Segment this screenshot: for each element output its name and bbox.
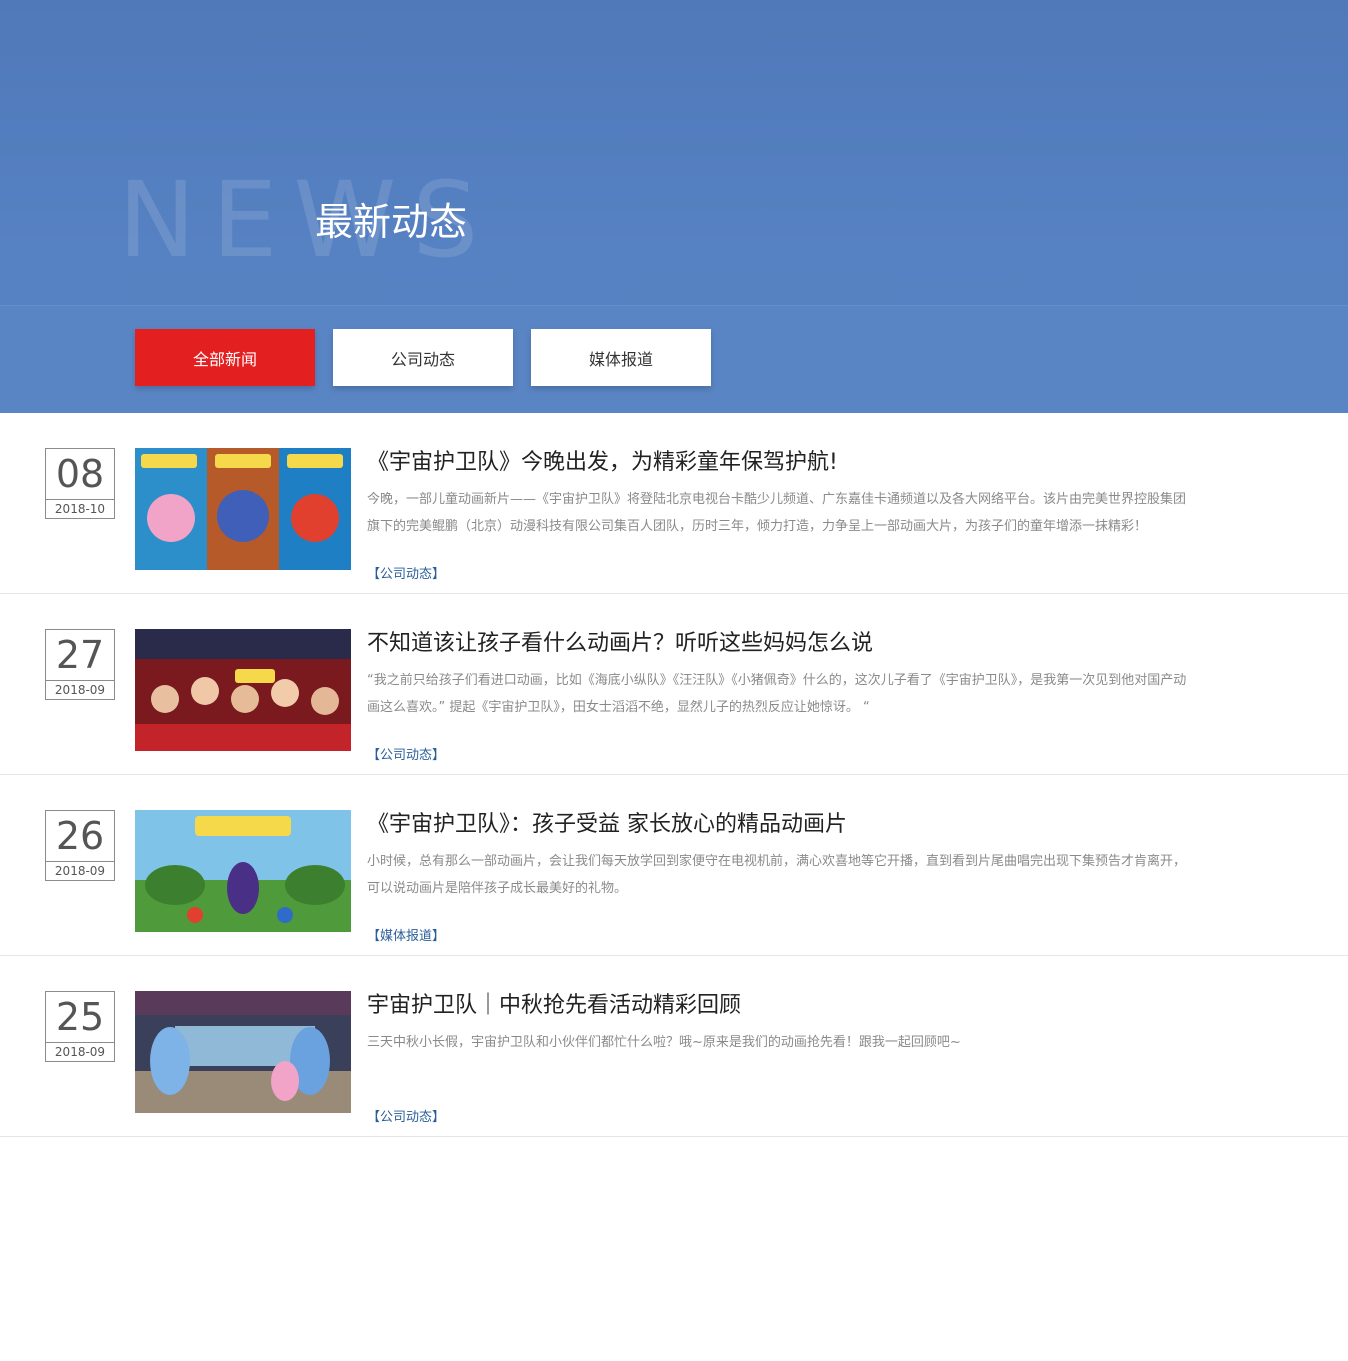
news-thumbnail[interactable] xyxy=(135,629,351,751)
date-badge: 27 2018-09 xyxy=(45,629,115,700)
news-summary: 小时候，总有那么一部动画片，会让我们每天放学回到家便守在电视机前，满心欢喜地等它… xyxy=(367,854,1187,896)
date-badge: 25 2018-09 xyxy=(45,991,115,1062)
news-item: 26 2018-09 《宇宙护卫队》：孩子受益 家长放心的精品动画片 小时候，总… xyxy=(0,775,1348,956)
news-title[interactable]: 《宇宙护卫队》：孩子受益 家长放心的精品动画片 xyxy=(367,809,847,841)
date-badge: 08 2018-10 xyxy=(45,448,115,519)
news-summary: 三天中秋小长假，宇宙护卫队和小伙伴们都忙什么啦？哦~原来是我们的动画抢先看！跟我… xyxy=(367,1035,961,1050)
news-thumbnail[interactable] xyxy=(135,991,351,1113)
date-badge: 26 2018-09 xyxy=(45,810,115,881)
news-category-link[interactable]: 【公司动态】 xyxy=(367,1108,445,1128)
date-year-month: 2018-09 xyxy=(46,1042,114,1062)
news-thumbnail[interactable] xyxy=(135,448,351,570)
news-title[interactable]: 宇宙护卫队｜中秋抢先看活动精彩回顾 xyxy=(367,990,741,1022)
date-day: 08 xyxy=(55,452,105,496)
news-thumbnail[interactable] xyxy=(135,810,351,932)
news-category-link[interactable]: 【媒体报道】 xyxy=(367,927,445,947)
news-item: 25 2018-09 宇宙护卫队｜中秋抢先看活动精彩回顾 三天中秋小长假，宇宙护… xyxy=(0,956,1348,1137)
hero-banner: NEWS 最新动态 全部新闻 公司动态 媒体报道 xyxy=(0,0,1348,413)
tab-company-news[interactable]: 公司动态 xyxy=(333,329,513,386)
tab-all-news[interactable]: 全部新闻 xyxy=(135,329,315,386)
news-summary: “我之前只给孩子们看进口动画，比如《海底小纵队》《汪汪队》《小猪佩奇》什么的，这… xyxy=(367,673,1187,715)
news-title[interactable]: 不知道该让孩子看什么动画片？听听这些妈妈怎么说 xyxy=(367,628,873,660)
tab-media-reports[interactable]: 媒体报道 xyxy=(531,329,711,386)
news-summary: 今晚，一部儿童动画新片——《宇宙护卫队》将登陆北京电视台卡酷少儿频道、广东嘉佳卡… xyxy=(367,492,1187,534)
date-year-month: 2018-09 xyxy=(46,680,114,700)
date-year-month: 2018-09 xyxy=(46,861,114,881)
news-item: 27 2018-09 不知道该让孩子看什么动画片？听听这些妈妈怎么说 “我之前只… xyxy=(0,594,1348,775)
news-item: 08 2018-10 《宇宙护卫队》今晚出发，为精彩童年保驾护航! 今晚，一部儿… xyxy=(0,413,1348,594)
date-day: 27 xyxy=(55,633,105,677)
date-day: 26 xyxy=(55,814,105,858)
news-category-link[interactable]: 【公司动态】 xyxy=(367,565,445,585)
date-year-month: 2018-10 xyxy=(46,499,114,519)
news-title[interactable]: 《宇宙护卫队》今晚出发，为精彩童年保驾护航! xyxy=(367,447,838,479)
page-title: 最新动态 xyxy=(315,200,468,244)
date-day: 25 xyxy=(55,995,105,1039)
news-category-link[interactable]: 【公司动态】 xyxy=(367,746,445,766)
